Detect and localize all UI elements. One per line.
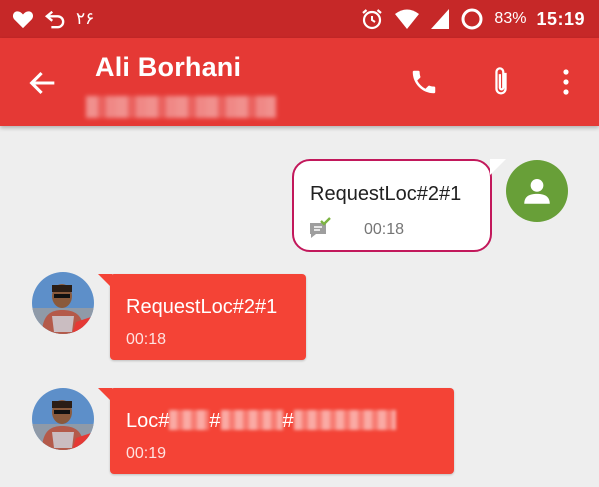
received-message-bubble[interactable]: RequestLoc#2#1 00:18 (98, 274, 306, 360)
delivered-check-icon (308, 217, 334, 246)
received-message-bubble[interactable]: Loc# # # 00:19 (98, 388, 454, 474)
app-toolbar: Ali Borhani (0, 38, 599, 126)
battery-ring-icon (460, 7, 484, 31)
contact-photo (32, 272, 94, 334)
clock-time: 15:19 (536, 8, 585, 29)
bubble-tail (98, 388, 112, 402)
avatar[interactable] (506, 160, 568, 222)
signal-icon (430, 8, 450, 30)
heart-icon (12, 9, 34, 29)
message-time: 00:18 (126, 331, 167, 348)
message-text-part: # (282, 410, 294, 432)
message-text-part: # (209, 410, 221, 432)
status-bar: ۲۶ 83% 15:19 (0, 0, 599, 38)
back-arrow-icon[interactable] (26, 66, 60, 100)
more-vert-icon[interactable] (548, 64, 584, 100)
paperclip-icon[interactable] (483, 64, 519, 100)
message-text: Loc# # # (126, 410, 396, 433)
avatar[interactable] (32, 388, 94, 450)
alarm-icon (360, 7, 384, 31)
avatar[interactable] (32, 272, 94, 334)
phone-icon[interactable] (406, 64, 442, 100)
message-text-part: Loc# (126, 410, 170, 432)
battery-percent: 83% (494, 10, 527, 27)
message-text: RequestLoc#2#1 (126, 296, 278, 318)
contact-name: Ali Borhani (95, 52, 242, 82)
redacted-text (169, 410, 210, 430)
message-time: 00:19 (126, 445, 167, 462)
redacted-text (220, 410, 283, 430)
status-bar-left: ۲۶ (12, 7, 94, 31)
status-bar-right: 83% 15:19 (360, 7, 585, 31)
bubble-tail (98, 274, 112, 288)
contact-photo (32, 388, 94, 450)
bubble-tail (490, 159, 506, 175)
message-time: 00:18 (364, 221, 405, 238)
person-icon (524, 178, 550, 204)
notification-count: ۲۶ (76, 9, 95, 28)
message-text: RequestLoc#2#1 (310, 183, 462, 205)
wifi-icon (394, 8, 420, 30)
sent-message-bubble[interactable]: RequestLoc#2#1 00:18 (292, 159, 506, 252)
redacted-phone-number (86, 96, 276, 118)
reply-icon (44, 9, 66, 29)
redacted-text (293, 410, 396, 430)
